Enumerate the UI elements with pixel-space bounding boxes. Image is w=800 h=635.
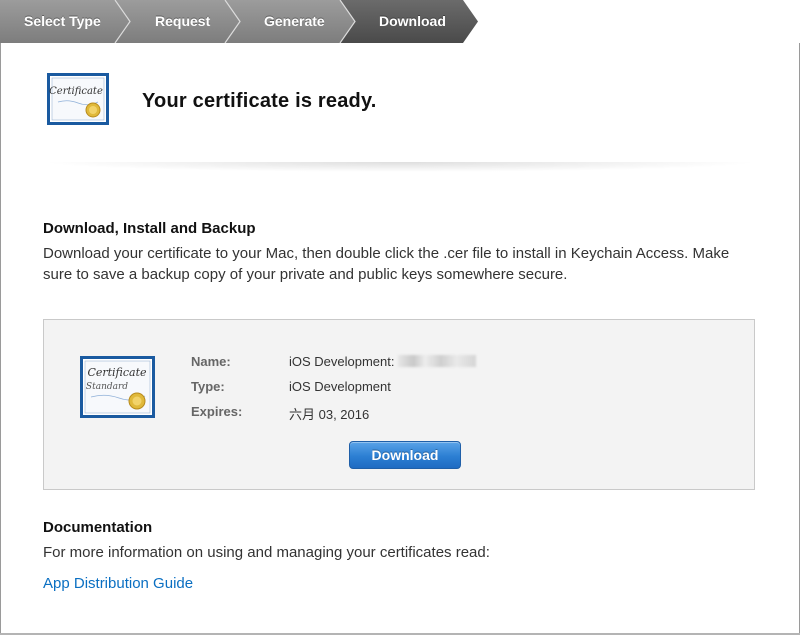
step-select-type: Select Type: [24, 13, 101, 29]
download-button[interactable]: Download: [349, 441, 461, 469]
app-distribution-guide-link[interactable]: App Distribution Guide: [43, 575, 193, 592]
certificate-icon-bottom-text: Standard: [86, 382, 128, 392]
expires-value: 六月 03, 2016: [289, 407, 370, 422]
page-title: Your certificate is ready.: [142, 90, 377, 112]
download-section-description: Download your certificate to your Mac, t…: [43, 245, 730, 283]
expires-label: Expires:: [191, 404, 243, 419]
documentation-text: For more information on using and managi…: [43, 544, 490, 561]
certificate-icon-top-text: Certificate: [87, 366, 147, 379]
step-request: Request: [155, 13, 211, 29]
download-section-heading: Download, Install and Backup: [43, 220, 256, 237]
certificate-icon: Certificate: [47, 73, 109, 125]
step-download: Download: [379, 13, 446, 29]
type-value: iOS Development: [289, 379, 391, 394]
type-label: Type:: [191, 379, 225, 394]
window-border-left: [0, 0, 1, 635]
name-value-text: iOS Development:: [289, 354, 395, 369]
documentation-heading: Documentation: [43, 519, 153, 536]
certificate-icon-text: Certificate: [49, 86, 103, 97]
step-generate: Generate: [264, 13, 325, 29]
certificate-panel: Certificate Standard Name: iOS Developme…: [43, 319, 755, 490]
name-value: iOS Development:: [289, 354, 476, 369]
name-label: Name:: [191, 354, 231, 369]
header-divider: [40, 162, 760, 172]
certificate-standard-icon: Certificate Standard: [80, 356, 155, 418]
redacted-name: [397, 355, 476, 367]
wizard-steps: Select Type Request Generate Download: [0, 0, 800, 43]
